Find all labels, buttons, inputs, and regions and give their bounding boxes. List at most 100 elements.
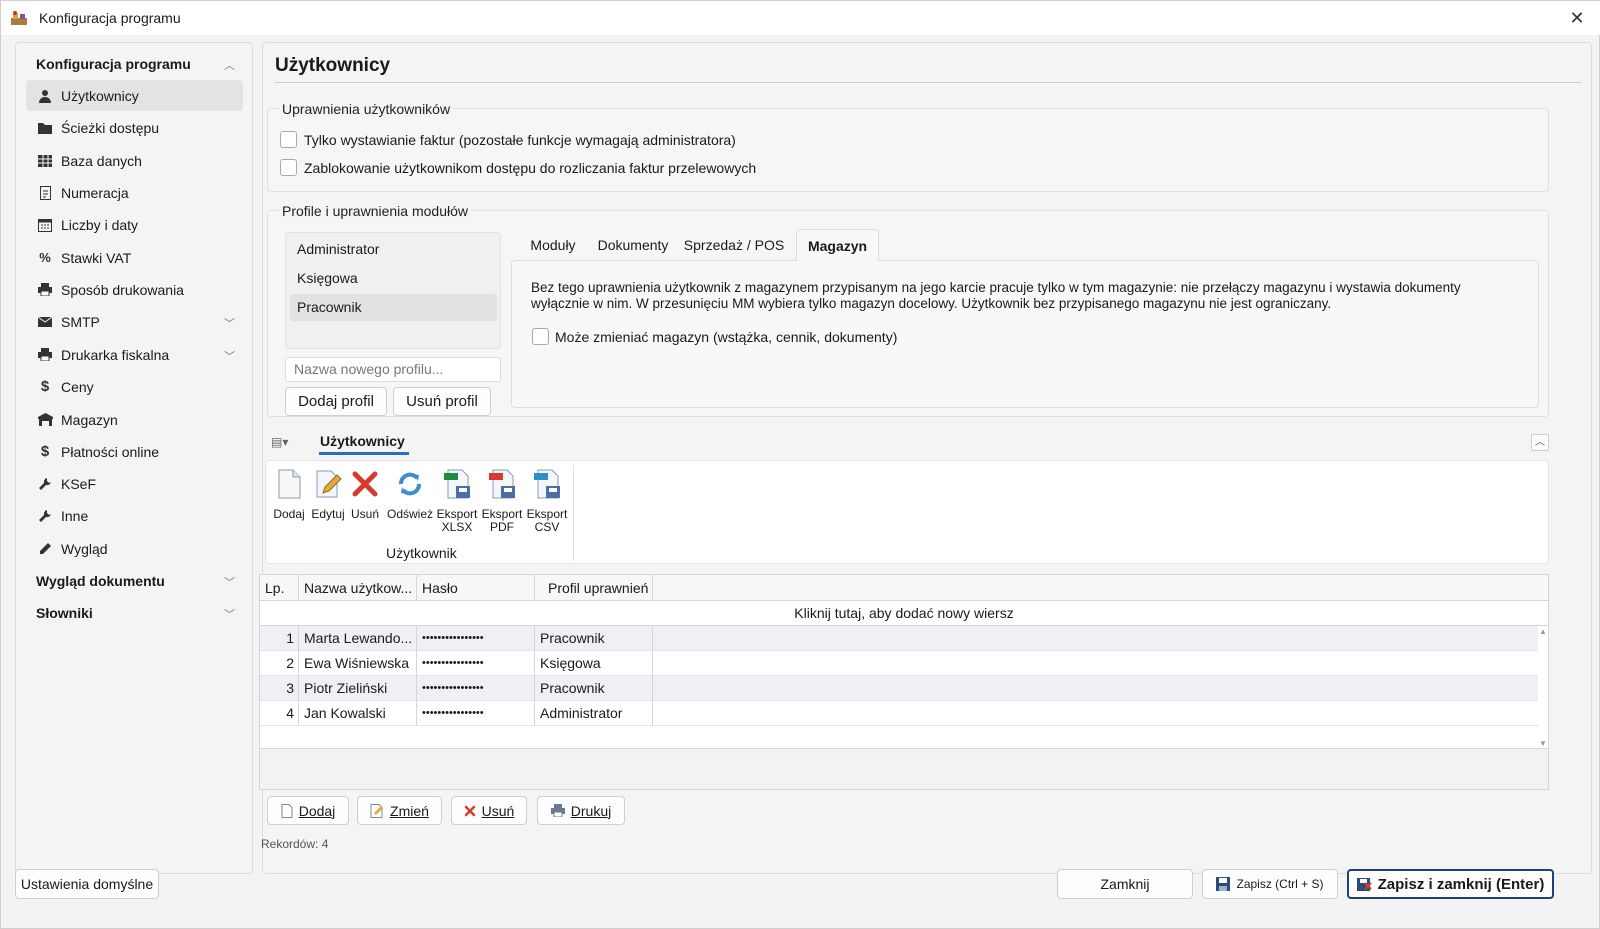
- cell-profile: Pracownik: [535, 626, 653, 651]
- ribbon-refresh-button[interactable]: Odśwież: [386, 469, 434, 521]
- delete-user-button[interactable]: Usuń: [451, 796, 527, 825]
- sidebar-group-document[interactable]: Wygląd dokumentu: [36, 573, 165, 589]
- ribbon-tab-underline: [319, 452, 409, 455]
- csv-export-icon: [534, 469, 560, 499]
- profile-item-employee[interactable]: Pracownik: [290, 294, 497, 321]
- chevron-down-icon[interactable]: ﹀: [224, 315, 236, 330]
- sidebar-item-paths[interactable]: Ścieżki dostępu: [26, 112, 243, 143]
- sidebar-item-label: Płatności online: [61, 443, 160, 460]
- dollar-icon: $: [40, 443, 50, 460]
- chevron-down-icon[interactable]: ﹀: [224, 606, 236, 621]
- add-user-button[interactable]: Dodaj: [267, 796, 349, 825]
- table-row[interactable]: 1 Marta Lewando... •••••••••••••••• Prac…: [260, 626, 1538, 651]
- ribbon-edit-button[interactable]: Edytuj: [310, 469, 346, 521]
- sidebar-group-config[interactable]: Konfiguracja programu: [36, 56, 191, 72]
- save-button[interactable]: Zapisz (Ctrl + S): [1202, 869, 1338, 899]
- table-row[interactable]: 4 Jan Kowalski •••••••••••••••• Administ…: [260, 701, 1538, 726]
- ribbon-tab-users[interactable]: Użytkownicy: [320, 433, 405, 449]
- table-row[interactable]: 3 Piotr Zieliński •••••••••••••••• Praco…: [260, 676, 1538, 701]
- wrench-icon: [37, 476, 53, 492]
- sidebar-group-dictionaries[interactable]: Słowniki: [36, 605, 93, 621]
- tab-documents[interactable]: Dokumenty: [591, 229, 675, 261]
- sidebar-item-ksef[interactable]: KSeF: [26, 468, 243, 499]
- document-icon: [37, 185, 53, 201]
- column-header-password[interactable]: Hasło: [417, 575, 535, 601]
- printer-icon: [37, 347, 53, 363]
- sidebar-item-prices[interactable]: $ Ceny: [26, 371, 243, 402]
- sidebar-item-vat[interactable]: % Stawki VAT: [26, 242, 243, 273]
- cell-name: Ewa Wiśniewska: [299, 651, 417, 676]
- sidebar-item-label: Sposób drukowania: [61, 281, 184, 298]
- sidebar-item-label: Wygląd: [61, 540, 108, 557]
- close-button[interactable]: Zamknij: [1057, 869, 1193, 899]
- change-warehouse-checkbox[interactable]: [532, 328, 549, 345]
- cell-password: ••••••••••••••••: [417, 651, 535, 676]
- tab-sales-pos[interactable]: Sprzedaż / POS: [679, 229, 789, 261]
- ribbon-label: Eksport PDF: [481, 507, 523, 534]
- add-profile-button[interactable]: Dodaj profil: [285, 387, 387, 416]
- scroll-up-icon[interactable]: ▲: [1539, 627, 1547, 636]
- floppy-disk-icon: [1216, 877, 1231, 891]
- sidebar-item-numbering[interactable]: Numeracja: [26, 177, 243, 208]
- tab-modules[interactable]: Moduły: [519, 229, 587, 261]
- sidebar-item-fiscal-printer[interactable]: Drukarka fiskalna: [26, 339, 243, 370]
- ribbon-export-csv-button[interactable]: Eksport CSV: [526, 469, 568, 534]
- sidebar-item-warehouse[interactable]: Magazyn: [26, 404, 243, 435]
- group-title: Profile i uprawnienia modułów: [279, 203, 471, 219]
- save-and-close-button[interactable]: Zapisz i zamknij (Enter): [1347, 869, 1554, 899]
- ribbon-label: Dodaj: [273, 507, 305, 521]
- warehouse-icon: [37, 412, 53, 428]
- ribbon-label: Odśwież: [386, 507, 433, 521]
- block-transfer-checkbox[interactable]: [280, 159, 297, 176]
- change-user-button[interactable]: Zmień: [357, 796, 442, 825]
- profile-item-administrator[interactable]: Administrator: [290, 236, 497, 263]
- remove-profile-button[interactable]: Usuń profil: [393, 387, 491, 416]
- edit-icon: [370, 803, 384, 818]
- cell-lp: 4: [260, 701, 299, 726]
- grid-footer: [260, 748, 1548, 789]
- add-new-row[interactable]: Kliknij tutaj, aby dodać nowy wiersz: [260, 601, 1548, 626]
- scroll-down-icon[interactable]: ▼: [1539, 739, 1547, 748]
- pdf-export-icon: [489, 469, 515, 499]
- profile-item-accountant[interactable]: Księgowa: [290, 265, 497, 292]
- ribbon-add-button[interactable]: Dodaj: [270, 469, 308, 521]
- tab-warehouse[interactable]: Magazyn: [796, 229, 879, 261]
- grid-header: Lp. Nazwa użytkow... Hasło Profil uprawn…: [260, 575, 1548, 601]
- sidebar-item-online-payments[interactable]: $ Płatności online: [26, 436, 243, 467]
- ribbon-collapse-icon[interactable]: ︿: [1531, 434, 1549, 451]
- ribbon-delete-button[interactable]: Usuń: [348, 469, 382, 521]
- new-profile-input[interactable]: Nazwa nowego profilu...: [285, 357, 501, 382]
- refresh-icon: [399, 472, 421, 496]
- ribbon-export-pdf-button[interactable]: Eksport PDF: [481, 469, 523, 534]
- ribbon: Dodaj Edytuj Usuń Odśwież Eksport XLSX E…: [265, 460, 1549, 564]
- ribbon-menu-icon[interactable]: ▤▾: [271, 435, 293, 449]
- ribbon-label: Edytuj: [311, 507, 345, 521]
- config-window: Konfiguracja programu ✕ Konfiguracja pro…: [0, 0, 1600, 929]
- column-header-profile[interactable]: Profil uprawnień: [535, 575, 653, 601]
- chevron-down-icon[interactable]: ﹀: [224, 348, 236, 363]
- calendar-icon: [37, 217, 53, 233]
- percent-icon: %: [39, 250, 51, 265]
- grid-scrollbar[interactable]: ▲ ▼: [1538, 627, 1548, 749]
- button-label: Zapisz (Ctrl + S): [1236, 877, 1324, 891]
- invoices-only-checkbox[interactable]: [280, 131, 297, 148]
- chevron-up-icon[interactable]: ︿: [224, 57, 236, 72]
- cell-name: Piotr Zieliński: [299, 676, 417, 701]
- column-header-lp[interactable]: Lp.: [260, 575, 299, 601]
- sidebar-item-printing[interactable]: Sposób drukowania: [26, 274, 243, 305]
- ribbon-export-xlsx-button[interactable]: Eksport XLSX: [436, 469, 478, 534]
- default-settings-button[interactable]: Ustawienia domyślne: [15, 869, 159, 899]
- column-header-name[interactable]: Nazwa użytkow...: [299, 575, 417, 601]
- sidebar-item-database[interactable]: Baza danych: [26, 145, 243, 176]
- sidebar-item-appearance[interactable]: Wygląd: [26, 533, 243, 564]
- table-row[interactable]: 2 Ewa Wiśniewska •••••••••••••••• Księgo…: [260, 651, 1538, 676]
- print-button[interactable]: Drukuj: [537, 796, 625, 825]
- sidebar-item-numbers-dates[interactable]: Liczby i daty: [26, 209, 243, 240]
- wrench-icon: [37, 508, 53, 524]
- close-icon[interactable]: ✕: [1563, 5, 1591, 31]
- sidebar-item-other[interactable]: Inne: [26, 500, 243, 531]
- sidebar-item-smtp[interactable]: SMTP: [26, 306, 243, 337]
- xlsx-export-icon: [444, 469, 470, 499]
- chevron-down-icon[interactable]: ﹀: [224, 574, 236, 589]
- sidebar-item-users[interactable]: Użytkownicy: [26, 80, 243, 111]
